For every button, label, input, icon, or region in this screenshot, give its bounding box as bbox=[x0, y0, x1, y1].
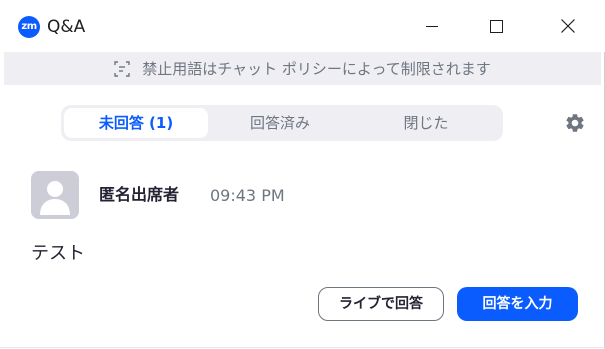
close-button[interactable] bbox=[545, 0, 591, 52]
type-answer-button[interactable]: 回答を入力 bbox=[457, 287, 578, 321]
avatar bbox=[31, 171, 79, 219]
answer-live-button[interactable]: ライブで回答 bbox=[318, 287, 444, 321]
banner-text: 禁止用語はチャット ポリシーによって制限されます bbox=[142, 60, 491, 78]
tab-dismissed[interactable]: 閉じた bbox=[352, 108, 500, 138]
chat-policy-banner: 禁止用語はチャット ポリシーによって制限されます bbox=[4, 52, 601, 85]
settings-gear-icon[interactable] bbox=[564, 112, 586, 134]
tab-answered[interactable]: 回答済み bbox=[208, 108, 352, 138]
question-text: テスト bbox=[31, 243, 85, 264]
zoom-logo-icon: zm bbox=[18, 16, 40, 38]
bottom-divider bbox=[0, 347, 605, 348]
question-author: 匿名出席者 bbox=[99, 185, 180, 204]
maximize-icon bbox=[489, 19, 503, 33]
content-filter-icon bbox=[114, 60, 130, 77]
window-title: Q&A bbox=[47, 17, 86, 37]
title-bar: zm Q&A bbox=[0, 0, 605, 52]
minimize-icon bbox=[426, 25, 438, 27]
tab-open[interactable]: 未回答 (1) bbox=[64, 108, 208, 138]
qa-tabs: 未回答 (1) 回答済み 閉じた bbox=[61, 105, 503, 141]
minimize-button[interactable] bbox=[409, 0, 455, 52]
question-time: 09:43 PM bbox=[210, 186, 285, 205]
maximize-button[interactable] bbox=[473, 0, 519, 52]
close-icon bbox=[561, 19, 575, 33]
default-user-icon bbox=[31, 171, 79, 219]
qa-window: zm Q&A 禁止用語はチャット ポリシーによって制限されます 未回答 (1) … bbox=[0, 0, 605, 349]
